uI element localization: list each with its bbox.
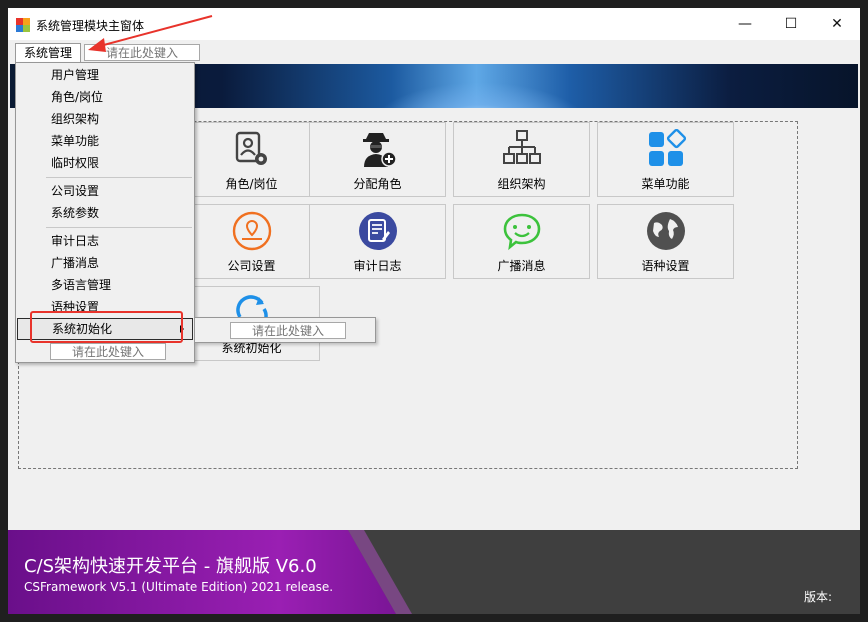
submenu-search-input[interactable]	[230, 322, 346, 339]
menu-item-multilang[interactable]: 多语言管理	[17, 274, 193, 296]
menu-search-input[interactable]	[84, 44, 200, 61]
menu-item-org-structure[interactable]: 组织架构	[17, 108, 193, 130]
minimize-button[interactable]: —	[722, 8, 768, 40]
tile-label: 菜单功能	[641, 177, 690, 191]
menu-separator	[46, 177, 192, 178]
tile-language-settings[interactable]: 语种设置	[597, 204, 734, 279]
menu-item-company-settings[interactable]: 公司设置	[17, 180, 193, 202]
footer-title: C/S架构快速开发平台 - 旗舰版 V6.0	[24, 556, 317, 577]
tile-label: 公司设置	[227, 259, 276, 273]
menu-item-user-management[interactable]: 用户管理	[17, 64, 193, 86]
menu-item-temp-permission[interactable]: 临时权限	[17, 152, 193, 174]
globe-glow	[370, 82, 590, 108]
title-bar: 系统管理模块主窗体 — ☐ ✕	[8, 8, 860, 40]
menu-separator	[46, 227, 192, 228]
tile-label: 角色/岗位	[225, 177, 278, 191]
tile-audit-log[interactable]: 审计日志	[309, 204, 446, 279]
assign-role-icon	[363, 133, 397, 167]
menu-item-role-position[interactable]: 角色/岗位	[17, 86, 193, 108]
tile-label: 审计日志	[353, 259, 402, 273]
company-location-icon	[232, 211, 272, 251]
menu-item-audit-log[interactable]: 审计日志	[17, 230, 193, 252]
annotation-highlight-box	[30, 311, 183, 343]
tile-label: 分配角色	[353, 177, 402, 191]
footer-subtitle: CSFramework V5.1 (Ultimate Edition) 2021…	[24, 580, 334, 594]
tile-label: 组织架构	[497, 177, 546, 191]
org-structure-icon	[503, 130, 541, 164]
footer-banner: C/S架构快速开发平台 - 旗舰版 V6.0 CSFramework V5.1 …	[8, 530, 860, 614]
tile-assign-role[interactable]: 分配角色	[309, 122, 446, 197]
menu-item-menu-function[interactable]: 菜单功能	[17, 130, 193, 152]
tile-role-settings[interactable]: 角色/岗位	[183, 122, 320, 197]
audit-log-icon	[359, 212, 397, 250]
close-button[interactable]: ✕	[814, 8, 860, 40]
tile-label: 语种设置	[641, 259, 690, 273]
tile-label: 广播消息	[497, 259, 546, 273]
tile-org-structure[interactable]: 组织架构	[453, 122, 590, 197]
menu-function-icon	[649, 129, 686, 166]
maximize-button[interactable]: ☐	[768, 8, 814, 40]
window-title: 系统管理模块主窗体	[36, 19, 145, 33]
version-label: 版本:	[804, 590, 833, 604]
menu-item-system-params[interactable]: 系统参数	[17, 202, 193, 224]
tile-broadcast[interactable]: 广播消息	[453, 204, 590, 279]
chat-bubble-icon	[503, 213, 541, 251]
menu-item-broadcast[interactable]: 广播消息	[17, 252, 193, 274]
dropdown-search-input[interactable]	[50, 343, 166, 360]
system-init-submenu	[194, 317, 376, 343]
role-settings-icon	[235, 131, 267, 165]
app-logo-icon	[16, 18, 30, 32]
menu-system-management[interactable]: 系统管理	[15, 43, 81, 63]
tile-menu-function[interactable]: 菜单功能	[597, 122, 734, 197]
menu-bar: 系统管理	[8, 40, 860, 64]
tile-company-settings[interactable]: 公司设置	[183, 204, 320, 279]
globe-icon	[647, 212, 685, 250]
